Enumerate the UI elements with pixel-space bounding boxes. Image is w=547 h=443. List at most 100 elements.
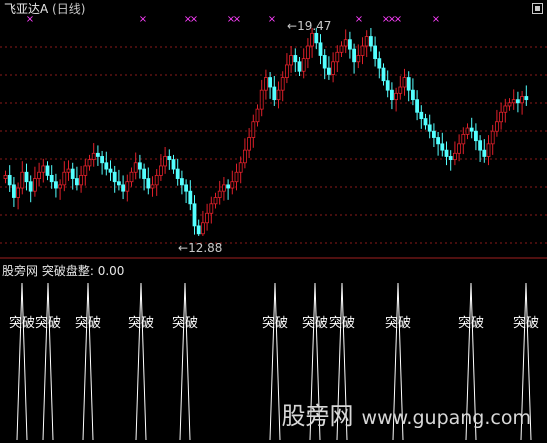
candle-body <box>486 143 491 157</box>
breakout-label: 突破 <box>513 315 539 331</box>
breakout-label: 突破 <box>458 315 484 331</box>
signal-marker: × <box>432 14 440 25</box>
candle-body <box>301 58 306 72</box>
candle-body <box>331 61 336 75</box>
candle-body <box>494 121 499 132</box>
watermark: 股旁网 www.gupang.com <box>282 396 531 431</box>
candle-body <box>200 222 205 235</box>
candle-body <box>125 181 130 192</box>
candle-body <box>133 162 138 173</box>
breakout-label: 突破 <box>35 315 61 331</box>
candle-body <box>364 36 369 47</box>
candle-body <box>415 99 420 113</box>
candle-body <box>305 45 310 60</box>
candle-body <box>469 127 474 132</box>
candle-body <box>431 130 436 138</box>
max-price-value: 19.47 <box>297 19 332 33</box>
candle-body <box>196 225 201 235</box>
candle-body <box>314 32 319 44</box>
candle-body <box>213 197 218 205</box>
signal-marker: × <box>268 14 276 25</box>
candle-body <box>406 77 411 91</box>
breakout-label: 突破 <box>329 315 355 331</box>
candle-body <box>461 133 466 145</box>
candle-body <box>221 184 226 192</box>
candle-body <box>37 171 41 179</box>
candle-body <box>54 181 58 189</box>
indicator-spike <box>179 282 191 441</box>
signal-marker: × <box>355 14 363 25</box>
candle-body <box>352 48 357 63</box>
candle-body <box>167 156 172 161</box>
candle-body <box>394 92 399 101</box>
breakout-label: 突破 <box>9 315 35 331</box>
candle-body <box>255 108 260 123</box>
candle-body <box>217 190 222 198</box>
candle-body <box>419 111 424 119</box>
candle-body <box>175 168 180 179</box>
candle-body <box>465 127 470 135</box>
candle-body <box>490 130 495 145</box>
breakout-label: 突破 <box>302 315 328 331</box>
candle-body <box>516 99 520 104</box>
candle-body <box>28 181 33 192</box>
candle-body <box>339 45 344 53</box>
indicator-header: 股旁网 突破盘整: 0.00 <box>2 262 124 279</box>
candle-body <box>163 156 168 167</box>
candle-body <box>20 171 25 189</box>
candle-body <box>238 162 243 173</box>
candle-body <box>3 174 8 179</box>
candle-body <box>360 45 365 56</box>
candle-body <box>322 55 327 69</box>
candle-body <box>188 190 193 205</box>
breakout-label: 突破 <box>385 315 411 331</box>
candle-body <box>83 165 88 176</box>
candle-body <box>436 137 441 145</box>
candle-body <box>457 143 462 154</box>
candle-body <box>75 178 79 186</box>
candle-body <box>310 32 315 47</box>
candle-body <box>268 77 273 88</box>
candle-body <box>108 168 113 173</box>
candle-body <box>452 152 457 161</box>
breakout-label: 突破 <box>128 315 154 331</box>
chart-period: (日线) <box>52 2 86 16</box>
candle-body <box>444 149 449 157</box>
chart-canvas: × × ×× ×× × × ××× ×突破 突破 突破 突破 突破 突破 突破 突破 突破 突破 突破 <box>0 14 547 441</box>
candle-body <box>507 102 512 107</box>
candle-body <box>192 203 197 227</box>
candle-body <box>117 181 121 186</box>
candle-body <box>154 174 159 186</box>
candle-body <box>482 149 487 157</box>
candle-body <box>398 86 403 94</box>
candle-body <box>137 162 142 170</box>
candle-body <box>520 96 524 104</box>
candle-body <box>150 184 155 189</box>
candle-body <box>230 181 235 189</box>
candle-body <box>179 178 184 186</box>
candle-body <box>356 55 361 63</box>
candle-body <box>385 80 390 91</box>
signal-marker: × <box>190 14 198 25</box>
candle-body <box>87 159 92 167</box>
breakout-label: 突破 <box>172 315 198 331</box>
indicator-spike <box>42 282 54 441</box>
candle-body <box>205 212 210 224</box>
candle-body <box>33 178 37 192</box>
candle-body <box>423 118 428 126</box>
signal-marker: × <box>233 14 241 25</box>
settings-icon[interactable] <box>532 3 543 14</box>
candle-body <box>368 36 373 47</box>
stock-name: 飞亚达A <box>4 2 49 16</box>
stock-title: 飞亚达A (日线) <box>4 0 85 17</box>
watermark-url: www.gupang.com <box>361 407 531 429</box>
candle-body <box>347 39 352 50</box>
candle-body <box>146 178 151 189</box>
candle-body <box>11 184 16 198</box>
indicator-spike <box>269 282 281 441</box>
candle-body <box>503 105 508 113</box>
candle-body <box>209 203 214 214</box>
candle-body <box>297 61 302 72</box>
indicator-value: 0.00 <box>97 264 125 278</box>
candle-body <box>79 174 83 186</box>
